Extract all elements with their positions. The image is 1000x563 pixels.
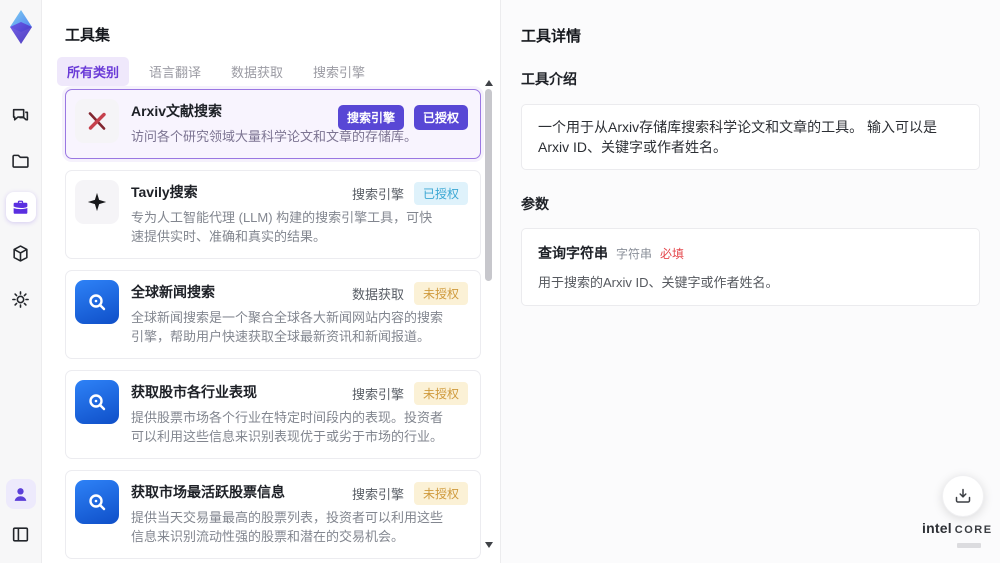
parameter-card: 查询字符串 字符串 必填 用于搜索的Arxiv ID、关键字或作者姓名。 — [521, 228, 980, 306]
app-sidebar — [0, 0, 42, 563]
user-icon[interactable] — [5, 479, 36, 509]
tool-status-badge: 已授权 — [413, 182, 468, 205]
folder-icon[interactable] — [6, 146, 36, 176]
category-tab-label: 数据获取 — [231, 65, 284, 80]
arxiv-icon — [75, 99, 119, 143]
page-title: 工具集 — [65, 27, 111, 44]
details-title: 工具详情 — [521, 28, 582, 45]
tools-panel: 工具集 所有类别 语言翻译 数据获取 搜索引擎 Arxiv文献搜索 访问各个研究… — [42, 0, 500, 563]
tool-card[interactable]: Arxiv文献搜索 访问各个研究领域大量科学论文和文章的存储库。 搜索引擎 已授… — [65, 89, 481, 159]
download-icon — [955, 488, 971, 503]
scroll-down-arrow[interactable] — [485, 542, 493, 548]
cube-icon[interactable] — [6, 238, 36, 268]
category-tab-label: 所有类别 — [67, 65, 120, 80]
tool-details-panel: 工具详情 工具介绍 一个用于从Arxiv存储库搜索科学论文和文章的工具。 输入可… — [500, 0, 1000, 563]
tool-card[interactable]: 获取市场最活跃股票信息 提供当天交易量最高的股票列表，投资者可以利用这些信息来识… — [65, 470, 481, 559]
intro-heading: 工具介绍 — [521, 71, 577, 87]
tool-description: 提供当天交易量最高的股票列表，投资者可以利用这些信息来识别流动性强的股票和潜在的… — [131, 510, 444, 544]
scrollbar-thumb[interactable] — [485, 89, 492, 281]
tool-category-badge: 搜索引擎 — [351, 187, 404, 202]
search-logo-icon — [75, 480, 119, 524]
tool-intro-box: 一个用于从Arxiv存储库搜索科学论文和文章的工具。 输入可以是Arxiv ID… — [521, 104, 980, 170]
intel-wordmark: intel — [922, 520, 952, 536]
search-logo-icon — [75, 280, 119, 324]
tool-status-badge: 未授权 — [413, 282, 468, 305]
category-tab-label: 语言翻译 — [149, 65, 202, 80]
panel-toggle-icon[interactable] — [6, 519, 36, 549]
tool-category-badge: 搜索引擎 — [337, 105, 404, 130]
tavily-star-icon — [75, 180, 119, 224]
tool-card[interactable]: 全球新闻搜索 全球新闻搜索是一个聚合全球各大新闻网站内容的搜索引擎，帮助用户快速… — [65, 270, 481, 359]
category-tab[interactable]: 语言翻译 — [139, 57, 211, 86]
category-tab[interactable]: 数据获取 — [221, 57, 293, 86]
tool-description: 专为人工智能代理 (LLM) 构建的搜索引擎工具，可快速提供实时、准确和真实的结… — [131, 210, 433, 244]
params-heading: 参数 — [521, 196, 549, 212]
tool-list: Arxiv文献搜索 访问各个研究领域大量科学论文和文章的存储库。 搜索引擎 已授… — [65, 89, 481, 563]
gear-icon[interactable] — [6, 284, 36, 314]
briefcase-icon[interactable] — [5, 192, 36, 222]
intel-core-logo: intel CORE — [922, 520, 991, 550]
tool-description: 提供股票市场各个行业在特定时间段内的表现。投资者可以利用这些信息来识别表现优于或… — [131, 410, 444, 444]
param-name: 查询字符串 — [538, 245, 608, 261]
tool-status-badge: 未授权 — [413, 382, 468, 405]
tool-status-badge: 已授权 — [413, 105, 468, 130]
tool-category-badge: 数据获取 — [351, 287, 404, 302]
category-tab[interactable]: 搜索引擎 — [303, 57, 375, 86]
search-logo-icon — [75, 380, 119, 424]
tool-description: 全球新闻搜索是一个聚合全球各大新闻网站内容的搜索引擎，帮助用户快速获取全球最新资… — [131, 310, 444, 344]
chat-icon[interactable] — [6, 100, 36, 130]
param-type: 字符串 — [616, 247, 653, 261]
category-tab-label: 搜索引擎 — [313, 65, 366, 80]
tool-status-badge: 未授权 — [413, 482, 468, 505]
tool-card[interactable]: Tavily搜索 专为人工智能代理 (LLM) 构建的搜索引擎工具，可快速提供实… — [65, 170, 481, 259]
scrollbar[interactable] — [484, 80, 493, 548]
tool-card[interactable]: 获取股市各行业表现 提供股票市场各个行业在特定时间段内的表现。投资者可以利用这些… — [65, 370, 481, 459]
tool-category-badge: 搜索引擎 — [351, 387, 404, 402]
param-description: 用于搜索的Arxiv ID、关键字或作者姓名。 — [538, 275, 779, 290]
param-required-badge: 必填 — [660, 247, 685, 261]
scroll-up-arrow[interactable] — [485, 80, 493, 86]
category-tabs: 所有类别 语言翻译 数据获取 搜索引擎 — [57, 57, 375, 86]
download-button[interactable] — [942, 475, 984, 517]
app-logo — [5, 8, 37, 46]
core-wordmark: CORE — [954, 524, 993, 536]
category-tab[interactable]: 所有类别 — [57, 57, 130, 86]
intel-core-sub-mark — [957, 543, 981, 548]
tool-category-badge: 搜索引擎 — [351, 487, 404, 502]
